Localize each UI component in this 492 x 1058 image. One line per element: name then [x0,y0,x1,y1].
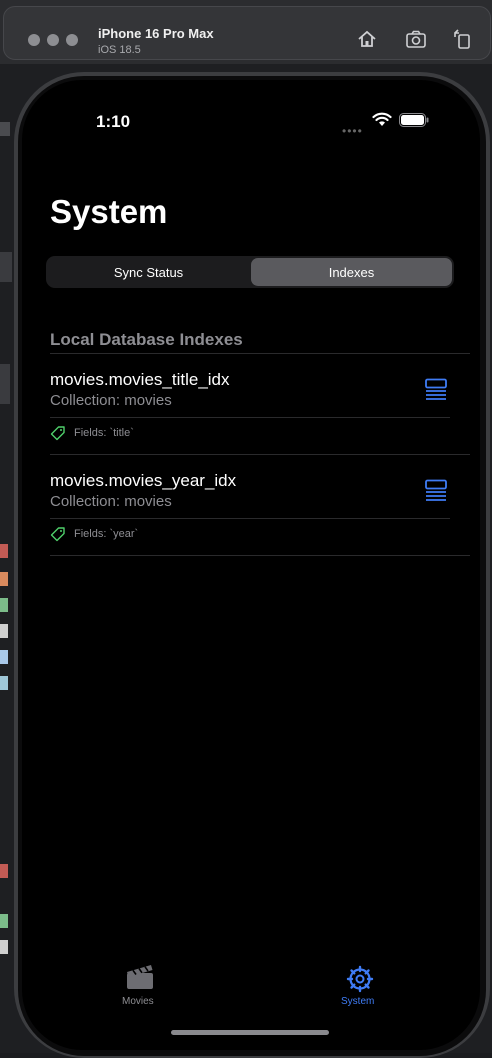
row-divider [50,454,470,455]
page-title: System [50,193,168,230]
segmented-control: Sync Status Indexes [46,256,454,288]
rotate-device-icon[interactable] [452,28,474,50]
segment-sync-status[interactable]: Sync Status [48,258,249,286]
device-name: iPhone 16 Pro Max [98,26,214,41]
tag-icon [50,426,65,441]
row-divider [50,417,450,418]
close-window-button[interactable] [28,34,40,46]
index-collection: Collection: movies [50,392,172,409]
simulator-toolbar: iPhone 16 Pro Max iOS 18.5 [3,6,491,60]
home-button-icon[interactable] [356,28,378,50]
simulator-titlebar: iPhone 16 Pro Max iOS 18.5 [0,0,492,65]
tag-icon [50,527,65,542]
status-bar-time: 1:10 [96,112,131,131]
segment-indexes[interactable]: Indexes [251,258,452,286]
clapperboard-icon [127,965,153,989]
row-divider [50,555,470,556]
tab-label-system: System [341,996,375,1007]
index-name: movies.movies_year_idx [50,471,237,490]
battery-icon [399,113,429,127]
os-version: iOS 18.5 [98,44,141,56]
index-collection: Collection: movies [50,493,172,510]
home-indicator[interactable] [171,1030,329,1035]
section-header: Local Database Indexes [50,330,243,349]
wifi-icon [372,112,392,126]
cellular-signal-icon: •••• [342,124,363,138]
index-fields: Fields: `year` [74,528,139,540]
index-name: movies.movies_title_idx [50,370,230,389]
row-divider [50,518,450,519]
phone-screen: 1:10 •••• System Sync Status Indexes Loc… [22,80,480,1050]
database-icon [425,479,447,501]
database-icon [425,378,447,400]
zoom-window-button[interactable] [66,34,78,46]
screenshot-camera-icon[interactable] [405,28,427,50]
minimize-window-button[interactable] [47,34,59,46]
index-fields: Fields: `title` [74,427,134,439]
section-divider [50,353,470,354]
tab-label-movies: Movies [122,996,154,1007]
gear-icon [346,965,374,993]
